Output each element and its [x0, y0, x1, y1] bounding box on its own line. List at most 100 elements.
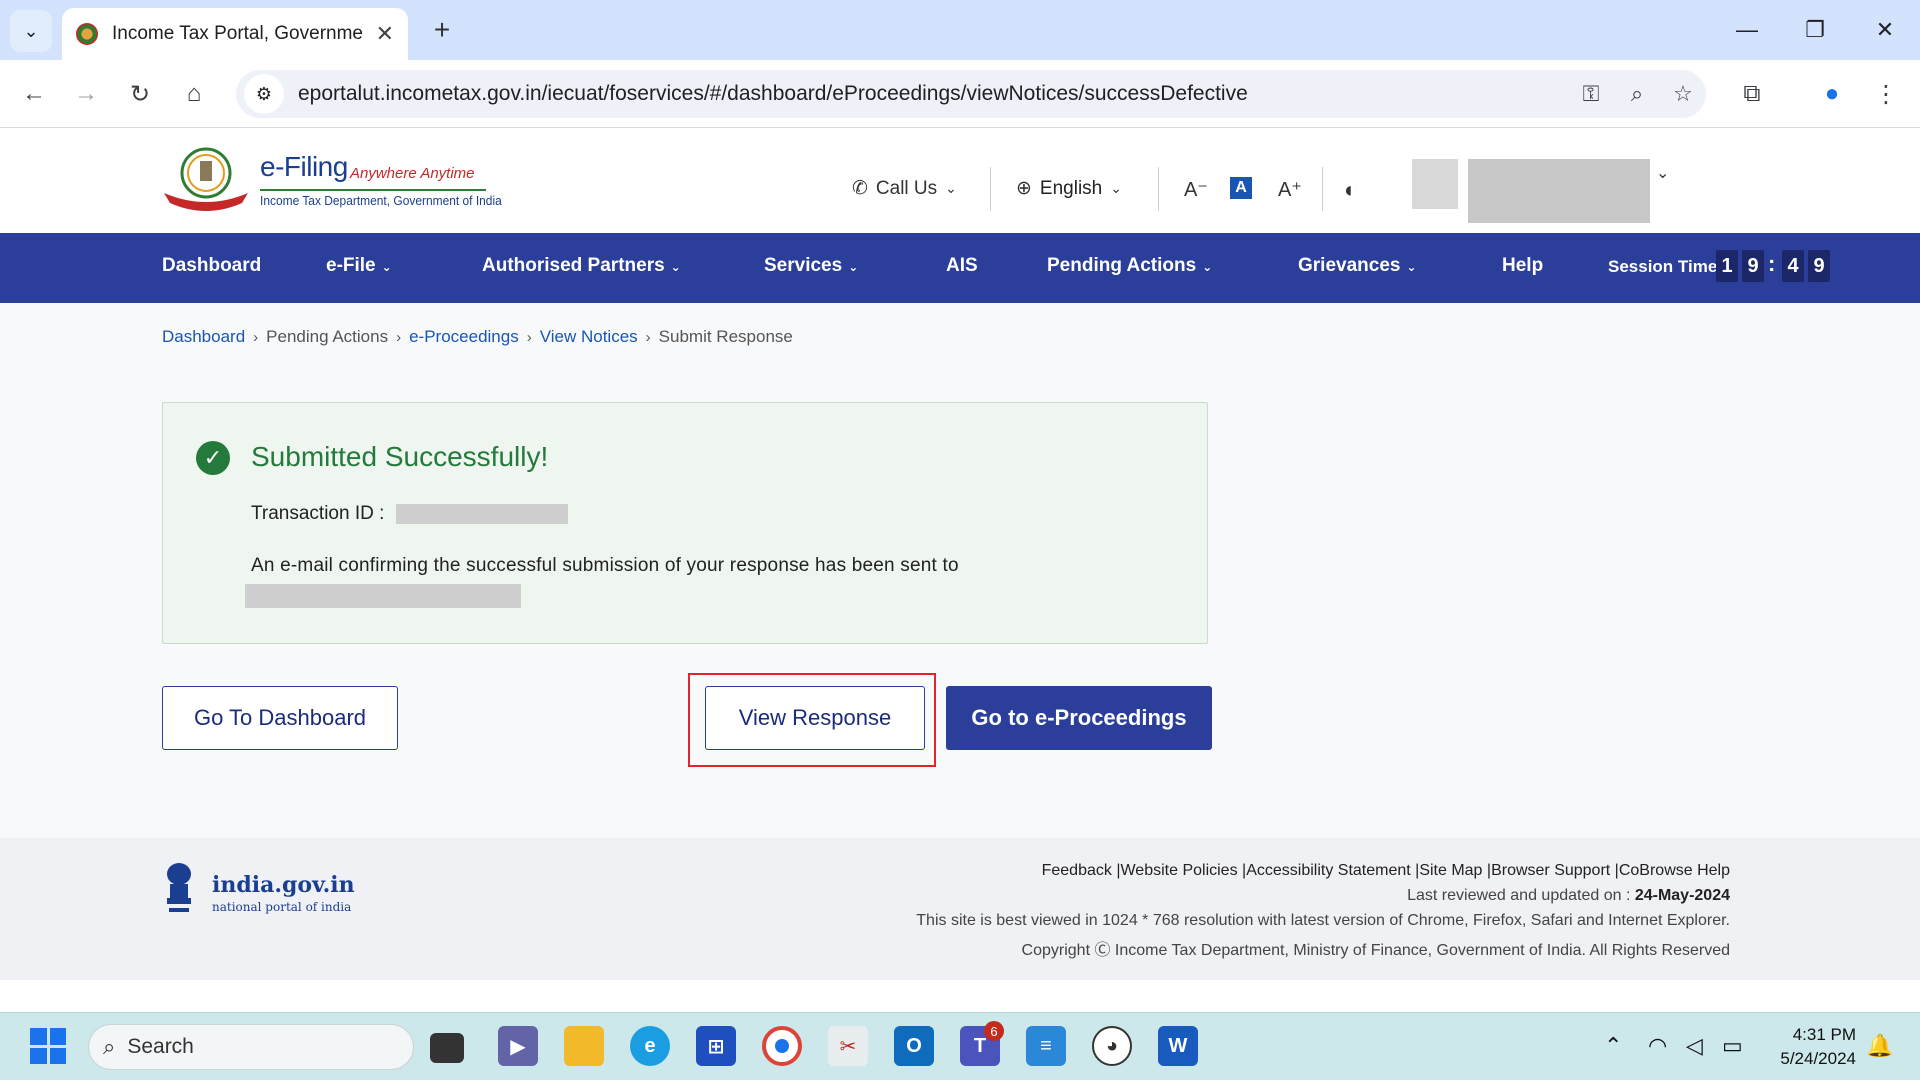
- close-window-button[interactable]: ✕: [1862, 10, 1908, 50]
- nav-pending-actions-label: Pending Actions: [1047, 255, 1197, 276]
- font-increase-button[interactable]: A⁺: [1278, 177, 1302, 202]
- email-confirmation-message: An e-mail confirming the successful subm…: [251, 555, 959, 576]
- view-response-button[interactable]: View Response: [705, 686, 925, 750]
- password-key-icon[interactable]: ⚿: [1568, 81, 1614, 107]
- forward-button[interactable]: →: [66, 74, 106, 114]
- tab-title: Income Tax Portal, Government: [112, 23, 364, 44]
- chevron-down-icon: ⌄: [23, 20, 39, 41]
- site-header: e-Filing Anywhere Anytime Income Tax Dep…: [0, 129, 1920, 233]
- footer-link-cobrowse-help[interactable]: CoBrowse Help: [1619, 862, 1730, 879]
- tab-search-button[interactable]: ⌄: [10, 10, 52, 52]
- last-reviewed: Last reviewed and updated on : 24-May-20…: [1407, 887, 1730, 905]
- chat-icon[interactable]: ▶: [498, 1026, 538, 1066]
- nav-efile[interactable]: e-File ⌄: [326, 255, 392, 277]
- chevron-down-icon: ⌄: [381, 260, 392, 274]
- nav-pending-actions[interactable]: Pending Actions ⌄: [1047, 255, 1212, 277]
- email-redacted: [245, 584, 521, 608]
- restore-button[interactable]: ❐: [1792, 10, 1838, 50]
- session-digit: 1: [1716, 250, 1738, 282]
- header-divider: [1322, 167, 1323, 211]
- breadcrumb-eproceedings[interactable]: e-Proceedings: [409, 327, 519, 347]
- taskbar-search-label: Search: [127, 1035, 194, 1058]
- session-digit: 9: [1742, 250, 1764, 282]
- site-info-icon[interactable]: ⚙: [244, 74, 284, 114]
- language-dropdown[interactable]: ⊕ English ⌄: [1016, 177, 1122, 200]
- logo-title[interactable]: e-Filing: [260, 151, 348, 183]
- search-icon: ⌕: [103, 1034, 116, 1059]
- chevron-down-icon: ⌄: [670, 260, 681, 274]
- call-us-dropdown[interactable]: ✆ Call Us ⌄: [852, 177, 957, 200]
- nav-dashboard[interactable]: Dashboard: [162, 255, 261, 277]
- footer-link-browser-support[interactable]: Browser Support: [1491, 862, 1610, 879]
- chevron-up-icon[interactable]: ⌃: [1604, 1033, 1622, 1059]
- minimize-button[interactable]: —: [1724, 10, 1770, 50]
- nav-ais[interactable]: AIS: [946, 255, 978, 277]
- store-icon[interactable]: ⊞: [696, 1026, 736, 1066]
- nav-help[interactable]: Help: [1502, 255, 1543, 277]
- word-icon[interactable]: W: [1158, 1026, 1198, 1066]
- battery-icon[interactable]: ▭: [1722, 1033, 1743, 1059]
- footer-link-feedback[interactable]: Feedback: [1042, 862, 1112, 879]
- new-tab-button[interactable]: +: [424, 12, 460, 48]
- zoom-icon[interactable]: ⌕: [1614, 81, 1660, 107]
- chevron-down-icon[interactable]: ⌄: [1656, 163, 1669, 183]
- income-tax-emblem-icon: [164, 147, 248, 211]
- browser-tab-bar: ⌄ Income Tax Portal, Government ✕ + — ❐ …: [0, 0, 1920, 60]
- snipping-tool-icon[interactable]: ✂: [828, 1026, 868, 1066]
- outlook-icon[interactable]: O: [894, 1026, 934, 1066]
- back-button[interactable]: ←: [14, 74, 54, 114]
- logo-tagline: Anywhere Anytime: [350, 165, 475, 182]
- font-decrease-button[interactable]: A⁻: [1184, 177, 1208, 202]
- reload-button[interactable]: ↻: [120, 74, 160, 114]
- url-text[interactable]: eportalut.incometax.gov.in/iecuat/foserv…: [298, 82, 1568, 106]
- volume-icon[interactable]: ◁: [1686, 1033, 1703, 1059]
- profile-icon[interactable]: ●: [1812, 74, 1852, 114]
- main-content: Dashboard › Pending Actions › e-Proceedi…: [0, 303, 1920, 838]
- extensions-icon[interactable]: ⧉: [1732, 74, 1772, 114]
- taskbar-search[interactable]: ⌕ Search: [88, 1024, 414, 1070]
- nav-grievances[interactable]: Grievances ⌄: [1298, 255, 1417, 277]
- globe-icon: ⊕: [1016, 178, 1032, 199]
- address-bar[interactable]: ⚙ eportalut.incometax.gov.in/iecuat/fose…: [236, 70, 1706, 118]
- nav-services[interactable]: Services ⌄: [764, 255, 858, 277]
- task-view-icon[interactable]: [430, 1033, 464, 1063]
- windows-start-icon[interactable]: [30, 1028, 66, 1064]
- notification-bell-icon[interactable]: 🔔: [1866, 1033, 1893, 1059]
- go-to-dashboard-button[interactable]: Go To Dashboard: [162, 686, 398, 750]
- transaction-id-redacted: [396, 504, 568, 524]
- session-digit: 4: [1782, 250, 1804, 282]
- nav-authorised-partners[interactable]: Authorised Partners ⌄: [482, 255, 681, 277]
- app-icon[interactable]: ◕: [1092, 1026, 1132, 1066]
- user-name-redacted[interactable]: [1468, 159, 1650, 223]
- footer-link-site-map[interactable]: Site Map: [1419, 862, 1482, 879]
- chevron-right-icon: ›: [253, 328, 259, 346]
- menu-icon[interactable]: ⋮: [1866, 74, 1906, 114]
- avatar[interactable]: [1412, 159, 1458, 209]
- copyright-note: Copyright Ⓒ Income Tax Department, Minis…: [1021, 942, 1730, 959]
- file-explorer-icon[interactable]: [564, 1026, 604, 1066]
- breadcrumb-dashboard[interactable]: Dashboard: [162, 327, 245, 347]
- browser-tab[interactable]: Income Tax Portal, Government ✕: [62, 8, 408, 60]
- bookmark-star-icon[interactable]: ☆: [1660, 81, 1706, 107]
- wifi-icon[interactable]: ◠: [1648, 1033, 1667, 1059]
- breadcrumb-view-notices[interactable]: View Notices: [540, 327, 638, 347]
- footer-link-website-policies[interactable]: Website Policies: [1120, 862, 1237, 879]
- favicon-icon: [76, 23, 98, 45]
- edge-icon[interactable]: e: [630, 1026, 670, 1066]
- system-clock[interactable]: 4:31 PM 5/24/2024: [1780, 1023, 1856, 1071]
- success-title: Submitted Successfully!: [251, 441, 549, 472]
- header-divider: [1158, 167, 1159, 211]
- session-digit: 9: [1808, 250, 1830, 282]
- home-button[interactable]: ⌂: [174, 74, 214, 114]
- close-tab-icon[interactable]: ✕: [376, 21, 394, 47]
- footer-link-accessibility[interactable]: Accessibility Statement: [1246, 862, 1411, 879]
- contrast-icon[interactable]: ◐: [1344, 177, 1357, 203]
- chevron-down-icon: ⌄: [1202, 260, 1213, 274]
- font-default-button[interactable]: A: [1230, 177, 1252, 199]
- chrome-icon[interactable]: [762, 1026, 802, 1066]
- chevron-down-icon: ⌄: [1110, 180, 1122, 196]
- india-portal-title[interactable]: india.gov.in: [212, 872, 355, 898]
- go-to-eproceedings-button[interactable]: Go to e-Proceedings: [946, 686, 1212, 750]
- call-us-label: Call Us: [875, 177, 938, 199]
- notepad-icon[interactable]: ≡: [1026, 1026, 1066, 1066]
